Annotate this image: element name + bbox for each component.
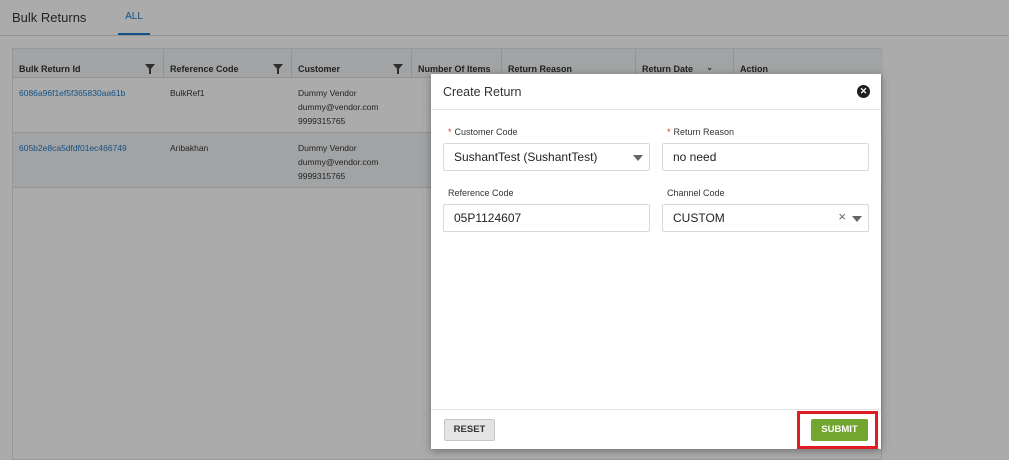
modal-header: Create Return ✕ [431,74,881,110]
channel-code-select[interactable]: CUSTOM × [662,204,869,232]
customer-code-value: SushantTest (SushantTest) [454,150,598,164]
customer-code-select[interactable]: SushantTest (SushantTest) [443,143,650,171]
reference-code-input[interactable]: 05P1124607 [443,204,650,232]
submit-button[interactable]: SUBMIT [811,419,868,441]
close-icon[interactable]: ✕ [857,85,870,98]
return-reason-label-text: Return Reason [673,127,735,137]
required-asterisk: * [448,127,452,137]
caret-down-icon[interactable] [633,155,643,161]
return-reason-label: * Return Reason [667,127,734,137]
return-reason-input[interactable]: no need [662,143,869,171]
create-return-modal: Create Return ✕ * Customer Code SushantTe… [431,74,881,449]
clear-icon[interactable]: × [838,204,846,230]
required-asterisk: * [667,127,671,137]
customer-code-label-text: Customer Code [454,127,518,137]
customer-code-label: * Customer Code [448,127,518,137]
caret-down-icon[interactable] [852,216,862,222]
channel-code-value: CUSTOM [673,211,725,225]
modal-title: Create Return [443,85,522,99]
channel-code-label: Channel Code [667,188,725,198]
reset-button[interactable]: RESET [444,419,495,441]
modal-footer: RESET SUBMIT [431,409,881,449]
reference-code-label: Reference Code [448,188,514,198]
